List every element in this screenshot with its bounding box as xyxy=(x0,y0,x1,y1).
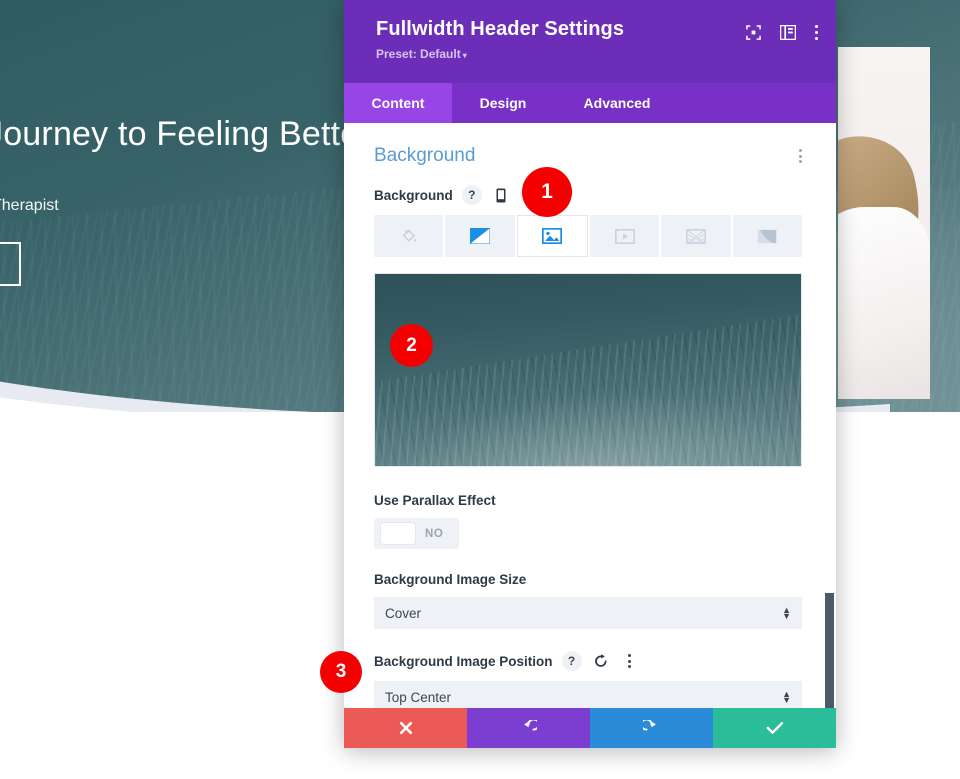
background-field-label-row: Background ? xyxy=(374,185,802,205)
image-position-value: Top Center xyxy=(385,689,452,705)
mobile-icon[interactable] xyxy=(491,185,511,205)
undo-icon xyxy=(520,719,537,737)
redo-icon xyxy=(643,719,660,737)
section-overflow-menu-icon[interactable] xyxy=(799,149,802,163)
background-color-tab[interactable] xyxy=(374,215,444,257)
step-badge-1: 1 xyxy=(522,167,572,217)
preset-label: Preset: Default xyxy=(376,47,461,61)
layout-panel-icon[interactable] xyxy=(779,25,796,41)
image-position-overflow-menu-icon[interactable] xyxy=(620,651,640,671)
hero-subheading: Therapist xyxy=(0,197,59,214)
background-video-tab[interactable] xyxy=(589,215,660,257)
image-size-label: Background Image Size xyxy=(374,572,527,587)
help-icon[interactable]: ? xyxy=(561,651,582,671)
tab-content[interactable]: Content xyxy=(344,83,452,123)
undo-button[interactable] xyxy=(467,708,590,748)
preset-selector[interactable]: Preset: Default ▾ xyxy=(376,47,624,61)
parallax-label: Use Parallax Effect xyxy=(374,493,496,508)
background-gradient-tab[interactable] xyxy=(445,215,515,257)
tab-advanced[interactable]: Advanced xyxy=(554,83,680,123)
chevron-down-icon: ▾ xyxy=(462,51,467,60)
toggle-knob xyxy=(380,522,416,545)
image-size-block: Background Image Size Cover ▲ ▼ xyxy=(374,572,802,629)
image-position-select[interactable]: Top Center ▲ ▼ xyxy=(374,681,802,708)
step-badge-2: 2 xyxy=(390,324,433,367)
overflow-menu-icon[interactable] xyxy=(814,25,818,41)
parallax-toggle[interactable]: NO xyxy=(374,518,460,549)
fullwidth-header-settings-modal: Fullwidth Header Settings Preset: Defaul… xyxy=(344,0,836,748)
save-button[interactable] xyxy=(713,708,836,748)
tab-design[interactable]: Design xyxy=(452,83,554,123)
check-icon xyxy=(766,721,784,735)
section-title: Background xyxy=(374,145,476,166)
image-position-label: Background Image Position xyxy=(374,653,553,669)
modal-title: Fullwidth Header Settings xyxy=(376,18,625,40)
redo-button[interactable] xyxy=(590,708,713,748)
image-size-value: Cover xyxy=(385,605,422,621)
step-badge-3: 3 xyxy=(320,651,362,693)
background-mask-tab[interactable] xyxy=(732,215,802,257)
background-field-label: Background xyxy=(374,187,453,203)
chevron-updown-icon: ▲ ▼ xyxy=(782,605,791,621)
background-section-header: Background xyxy=(374,145,802,167)
background-image-preview[interactable] xyxy=(374,273,802,467)
background-image-tab[interactable] xyxy=(516,215,588,257)
modal-body: Background Background ? Use Parallax Eff… xyxy=(344,123,836,708)
vertical-scrollbar[interactable] xyxy=(825,593,834,708)
photo-coat xyxy=(838,207,930,399)
reset-icon[interactable] xyxy=(591,651,611,671)
toggle-value: NO xyxy=(425,527,444,540)
modal-header: Fullwidth Header Settings Preset: Defaul… xyxy=(344,0,836,83)
image-position-block: Background Image Position ? Top Center ▲… xyxy=(374,651,802,708)
help-icon[interactable]: ? xyxy=(461,185,482,205)
modal-footer xyxy=(344,708,836,748)
parallax-block: Use Parallax Effect NO xyxy=(374,493,802,550)
discard-button[interactable] xyxy=(344,708,467,748)
hero-heading: Journey to Feeling Better xyxy=(0,115,371,153)
modal-tabs: Content Design Advanced xyxy=(344,83,836,123)
therapist-photo xyxy=(838,47,930,399)
background-type-tabs xyxy=(374,215,802,257)
hero-cta-button[interactable]: ointment xyxy=(0,242,22,286)
focus-target-icon[interactable] xyxy=(745,25,761,40)
image-size-select[interactable]: Cover ▲ ▼ xyxy=(374,597,802,629)
image-position-label-row: Background Image Position ? xyxy=(374,651,802,671)
close-icon xyxy=(398,720,414,736)
background-pattern-tab[interactable] xyxy=(661,215,731,257)
chevron-updown-icon: ▲ ▼ xyxy=(782,689,791,705)
